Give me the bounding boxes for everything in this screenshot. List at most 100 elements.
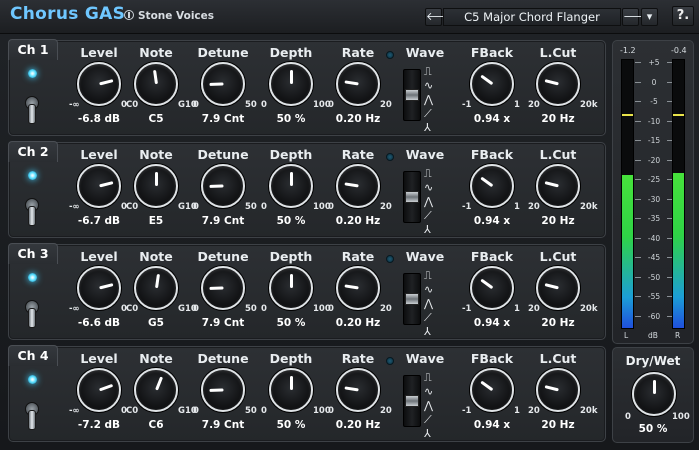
knob-pointer [98,79,113,86]
rate-knob[interactable] [336,368,380,412]
rate-value: 0.20 Hz [335,419,381,431]
knob-pointer [343,386,359,392]
level-knob[interactable] [77,62,121,106]
drywet-knob[interactable] [632,372,676,416]
toggle-lever [28,206,36,226]
meter-scale-tick: -35 [635,215,673,223]
note-knob[interactable] [134,164,178,208]
fback-knob[interactable] [470,62,514,106]
wave-selector-switch[interactable] [403,375,421,427]
lcut-min: 20 [528,202,540,212]
rate-max: 20 [380,406,392,416]
saw-wave-icon: ⟋ [424,413,432,426]
wave-icons: ⎍ ∿ ⋀ ⟋ ⅄ [424,65,448,134]
wave-selector-switch[interactable] [403,171,421,223]
fback-knob[interactable] [470,266,514,310]
knob-pointer [479,74,493,86]
detune-knob[interactable] [201,266,245,310]
meter-right-label: R [675,331,681,340]
detune-label: Detune [197,147,249,162]
lcut-knob[interactable] [536,164,580,208]
channel-tab[interactable]: Ch 4 [8,345,58,366]
saw-wave-icon: ⟋ [424,209,432,222]
depth-knob[interactable] [269,368,313,412]
rate-knob[interactable] [336,266,380,310]
depth-knob[interactable] [269,62,313,106]
depth-knob[interactable] [269,266,313,310]
detune-label: Detune [197,351,249,366]
knob-pointer [544,385,559,392]
rate-label: Rate [341,249,375,264]
detune-knob[interactable] [201,368,245,412]
meter-scale-tick: -10 [635,117,673,126]
detune-knob[interactable] [201,62,245,106]
lcut-label: L.Cut [539,351,577,366]
meter-scale-tick: -25 [635,176,673,184]
channel-tab[interactable]: Ch 1 [8,39,58,60]
square-wave-icon: ⎍ [424,65,432,78]
knob-pointer [289,376,293,390]
note-min: C0 [126,304,139,314]
level-knob[interactable] [77,164,121,208]
lcut-min: 20 [528,100,540,110]
knob-pointer [479,278,493,290]
note-value: C5 [148,113,164,125]
knob-pointer [544,283,559,290]
note-knob[interactable] [134,62,178,106]
rate-value: 0.20 Hz [335,113,381,125]
depth-knob[interactable] [269,164,313,208]
channel-enable-toggle[interactable] [23,192,41,226]
square-wave-icon: ⎍ [424,167,432,180]
channel-led-indicator [28,273,37,282]
level-knob[interactable] [77,266,121,310]
level-knob[interactable] [77,368,121,412]
note-value: G5 [148,317,164,329]
channel-enable-toggle[interactable] [23,396,41,430]
fback-knob[interactable] [470,368,514,412]
header-bar: Chorus GAS Stone Voices 🡐 C5 Major Chord… [0,0,699,34]
level-min: -∞ [69,406,80,416]
note-min: C0 [126,406,139,416]
lcut-knob[interactable] [536,62,580,106]
rate-label: Rate [341,147,375,162]
lcut-knob[interactable] [536,368,580,412]
depth-value: 50 % [276,419,306,431]
knob-pointer [652,380,656,394]
random-wave-icon: ⅄ [424,223,431,236]
rate-value: 0.20 Hz [335,317,381,329]
channel-enable-toggle[interactable] [23,90,41,124]
note-knob[interactable] [134,368,178,412]
lcut-value: 20 Hz [541,317,575,329]
next-preset-button[interactable]: 🡒 [622,8,653,26]
wave-switch-thumb [405,89,419,101]
rate-value: 0.20 Hz [335,215,381,227]
wave-icons: ⎍ ∿ ⋀ ⟋ ⅄ [424,167,448,236]
lcut-label: L.Cut [539,147,577,162]
prev-preset-button[interactable]: 🡐 [425,8,456,26]
detune-knob[interactable] [201,164,245,208]
meter-left [621,59,634,329]
preset-menu-button[interactable]: ▾ [641,8,658,26]
channel-tab[interactable]: Ch 3 [8,243,58,264]
lcut-max: 20k [580,100,598,110]
lcut-knob[interactable] [536,266,580,310]
rate-knob[interactable] [336,62,380,106]
note-knob[interactable] [134,266,178,310]
sine-wave-icon: ∿ [424,79,434,92]
wave-selector-switch[interactable] [403,69,421,121]
channel-tab[interactable]: Ch 2 [8,141,58,162]
wave-label: Wave [405,147,445,162]
wave-selector-switch[interactable] [403,273,421,325]
vendor-name: Stone Voices [138,10,215,22]
note-min: C0 [126,202,139,212]
help-button[interactable]: ?. [672,6,694,26]
fback-knob[interactable] [470,164,514,208]
knob-pointer [208,286,224,290]
triangle-wave-icon: ⋀ [424,297,434,310]
drywet-max: 100 [672,412,690,422]
channel-enable-toggle[interactable] [23,294,41,328]
preset-name-display[interactable]: C5 Major Chord Flanger [443,8,621,26]
rate-knob[interactable] [336,164,380,208]
fback-max: 1 [514,100,520,110]
meter-scale-tick: 0 [635,78,673,87]
